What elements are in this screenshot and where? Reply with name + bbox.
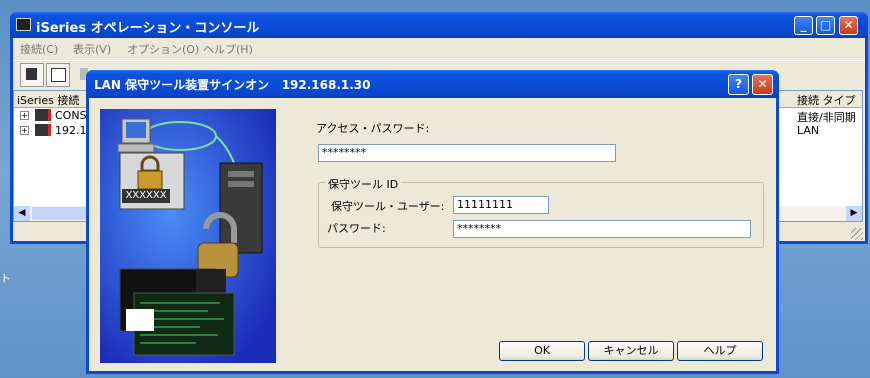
main-window-title: iSeries オペレーション・コンソール	[36, 21, 260, 36]
service-tools-id-group-label: 保守ツール ID	[325, 176, 402, 192]
illustration-panel: XXXXXX	[100, 109, 276, 363]
password-label: パスワード:	[327, 222, 386, 235]
properties-icon	[51, 68, 66, 82]
menu-connect[interactable]: 接続(C)	[20, 41, 58, 57]
ok-button[interactable]: OK	[499, 341, 585, 361]
menu-view[interactable]: 表示(V)	[73, 41, 111, 57]
scroll-thumb[interactable]	[32, 207, 92, 220]
close-button[interactable]: ✕	[839, 16, 858, 35]
menu-bar: 接続(C) 表示(V) オプション(O) ヘルプ(H)	[13, 38, 865, 58]
help-button[interactable]: ヘルプ	[677, 341, 763, 361]
service-tools-user-input[interactable]: 11111111	[453, 196, 549, 214]
console-icon	[26, 68, 37, 80]
menu-help[interactable]: ヘルプ(H)	[203, 41, 253, 57]
cancel-button[interactable]: キャンセル	[588, 341, 674, 361]
connection-status-icon	[35, 109, 51, 121]
maximize-button[interactable]: □	[816, 16, 835, 35]
desktop-text: ト	[0, 272, 11, 285]
connection-name: CONS	[55, 109, 87, 122]
column-header-connection[interactable]: iSeries 接続	[17, 92, 79, 108]
security-illustration	[100, 109, 276, 363]
password-input[interactable]: ********	[453, 220, 751, 238]
dialog-body: XXXXXX アクセス・パスワード: ******** 保守ツール ID 保守ツ…	[89, 98, 776, 371]
app-icon	[16, 18, 31, 31]
password-value: ********	[457, 222, 501, 235]
service-tools-user-label: 保守ツール・ユーザー:	[331, 200, 445, 213]
menu-options[interactable]: オプション(O)	[127, 41, 199, 57]
question-icon: ?	[735, 77, 742, 91]
main-window-titlebar[interactable]: iSeries オペレーション・コンソール _ □ ✕	[10, 12, 868, 38]
access-password-label: アクセス・パスワード:	[316, 122, 430, 135]
properties-tool-button[interactable]	[46, 63, 70, 87]
close-icon: ✕	[843, 18, 854, 32]
dialog-help-button[interactable]: ?	[728, 74, 749, 95]
connect-tool-button[interactable]	[20, 63, 44, 87]
close-icon: ✕	[757, 77, 768, 91]
minimize-icon: _	[800, 18, 807, 32]
resize-grip-icon[interactable]	[851, 228, 863, 240]
service-tools-user-value: 11111111	[457, 198, 513, 211]
signon-dialog: LAN 保守ツール装置サインオン 192.168.1.30 ? ✕ XXXXXX…	[86, 70, 779, 374]
illustration-badge: XXXXXX	[122, 189, 170, 203]
column-header-type[interactable]: 接続 タイプ	[797, 92, 856, 108]
dialog-title: LAN 保守ツール装置サインオン 192.168.1.30	[94, 78, 371, 92]
access-password-input[interactable]: ********	[318, 144, 616, 162]
dialog-titlebar[interactable]: LAN 保守ツール装置サインオン 192.168.1.30 ? ✕	[86, 70, 779, 98]
access-password-value: ********	[322, 146, 366, 159]
connection-type: LAN	[797, 124, 820, 137]
expand-icon[interactable]: +	[20, 111, 29, 120]
scroll-left-button[interactable]: ◀	[14, 206, 30, 221]
connection-status-icon	[35, 124, 51, 136]
scroll-right-button[interactable]: ▶	[846, 206, 862, 221]
expand-icon[interactable]: +	[20, 126, 29, 135]
dialog-close-button[interactable]: ✕	[752, 74, 773, 95]
maximize-icon: □	[819, 18, 832, 32]
minimize-button[interactable]: _	[794, 16, 813, 35]
